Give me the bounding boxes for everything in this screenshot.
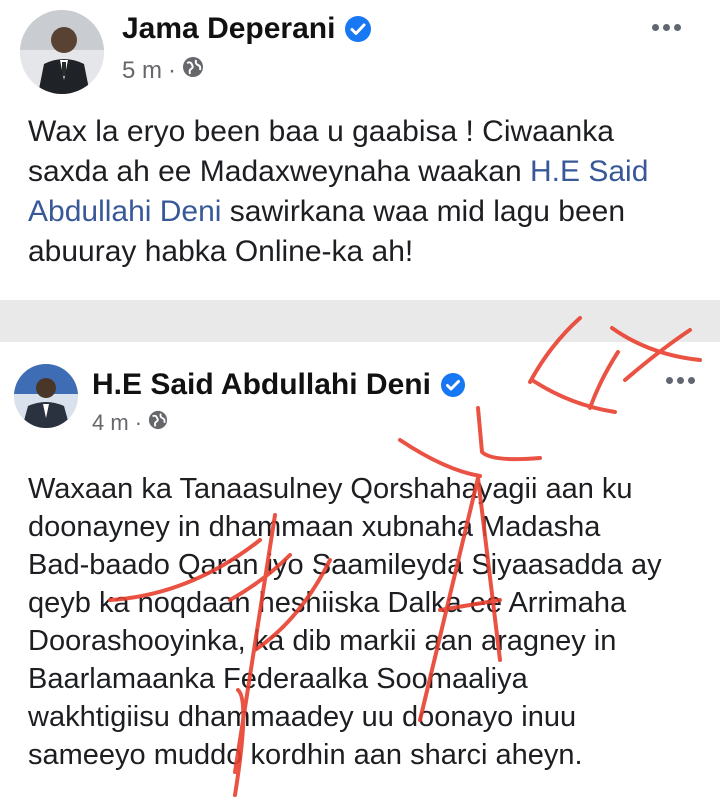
- avatar-said-deni[interactable]: [14, 364, 78, 428]
- post-meta: 5 m ·: [122, 56, 204, 85]
- author-name-link[interactable]: Jama Deperani: [122, 12, 335, 46]
- text-line: sameeyo muddo kordhin aan sharci aheyn.: [28, 739, 583, 771]
- author-name-link[interactable]: H.E Said Abdullahi Deni: [92, 368, 431, 402]
- verified-badge-icon: [440, 373, 465, 397]
- post-author-name[interactable]: Jama Deperani: [122, 12, 372, 46]
- text-segment: saxda ah ee Madaxweynaha waakan: [28, 155, 531, 188]
- text-line: saxda ah ee Madaxweynaha waakan H.E Said: [28, 152, 698, 192]
- text-line: Wax la eryo been baa u gaabisa ! Ciwaank…: [28, 115, 614, 148]
- meta-separator: ·: [168, 56, 177, 84]
- text-line: Bad-baado Qaran iyo Saamileyda Siyaasadd…: [28, 549, 662, 581]
- feed-separator: [0, 300, 720, 342]
- text-line: abuuray habka Online-ka ah!: [28, 235, 414, 268]
- more-options-icon[interactable]: [652, 24, 681, 31]
- post-card-top: Jama Deperani 5 m · Wax la eryo been baa…: [0, 0, 720, 300]
- post-body-text: Waxaan ka Tanaasulney Qorshahayagii aan …: [28, 470, 708, 774]
- avatar-jama[interactable]: [20, 10, 104, 94]
- text-line: wakhtigiisu dhammaadey uu doonayo inuu: [28, 701, 577, 733]
- post-timestamp[interactable]: 4 m: [92, 410, 129, 436]
- text-line: Doorashooyinka, ka dib markii aan aragne…: [28, 625, 617, 657]
- text-segment: sawirkana waa mid lagu been: [221, 195, 626, 228]
- post-body-text: Wax la eryo been baa u gaabisa ! Ciwaank…: [28, 112, 698, 272]
- text-line: doonayney in dhammaan xubnaha Madasha: [28, 511, 601, 543]
- text-line: qeyb ka noqdaan heshiiska Dalka ee Arrim…: [28, 587, 627, 619]
- text-line: Baarlamaanka Federaalka Soomaaliya: [28, 663, 528, 695]
- verified-badge-icon: [345, 16, 372, 42]
- meta-separator: ·: [134, 410, 143, 435]
- mention-link[interactable]: H.E Said: [530, 155, 648, 188]
- post-timestamp[interactable]: 5 m: [122, 57, 162, 85]
- text-line: Abdullahi Deni sawirkana waa mid lagu be…: [28, 192, 698, 232]
- text-line: Waxaan ka Tanaasulney Qorshahayagii aan …: [28, 473, 633, 505]
- more-options-icon[interactable]: [666, 377, 695, 384]
- post-meta: 4 m ·: [92, 410, 168, 436]
- mention-link[interactable]: Abdullahi Deni: [28, 195, 221, 228]
- post-author-name[interactable]: H.E Said Abdullahi Deni: [92, 368, 465, 402]
- globe-icon: [148, 410, 168, 436]
- globe-icon: [182, 56, 204, 85]
